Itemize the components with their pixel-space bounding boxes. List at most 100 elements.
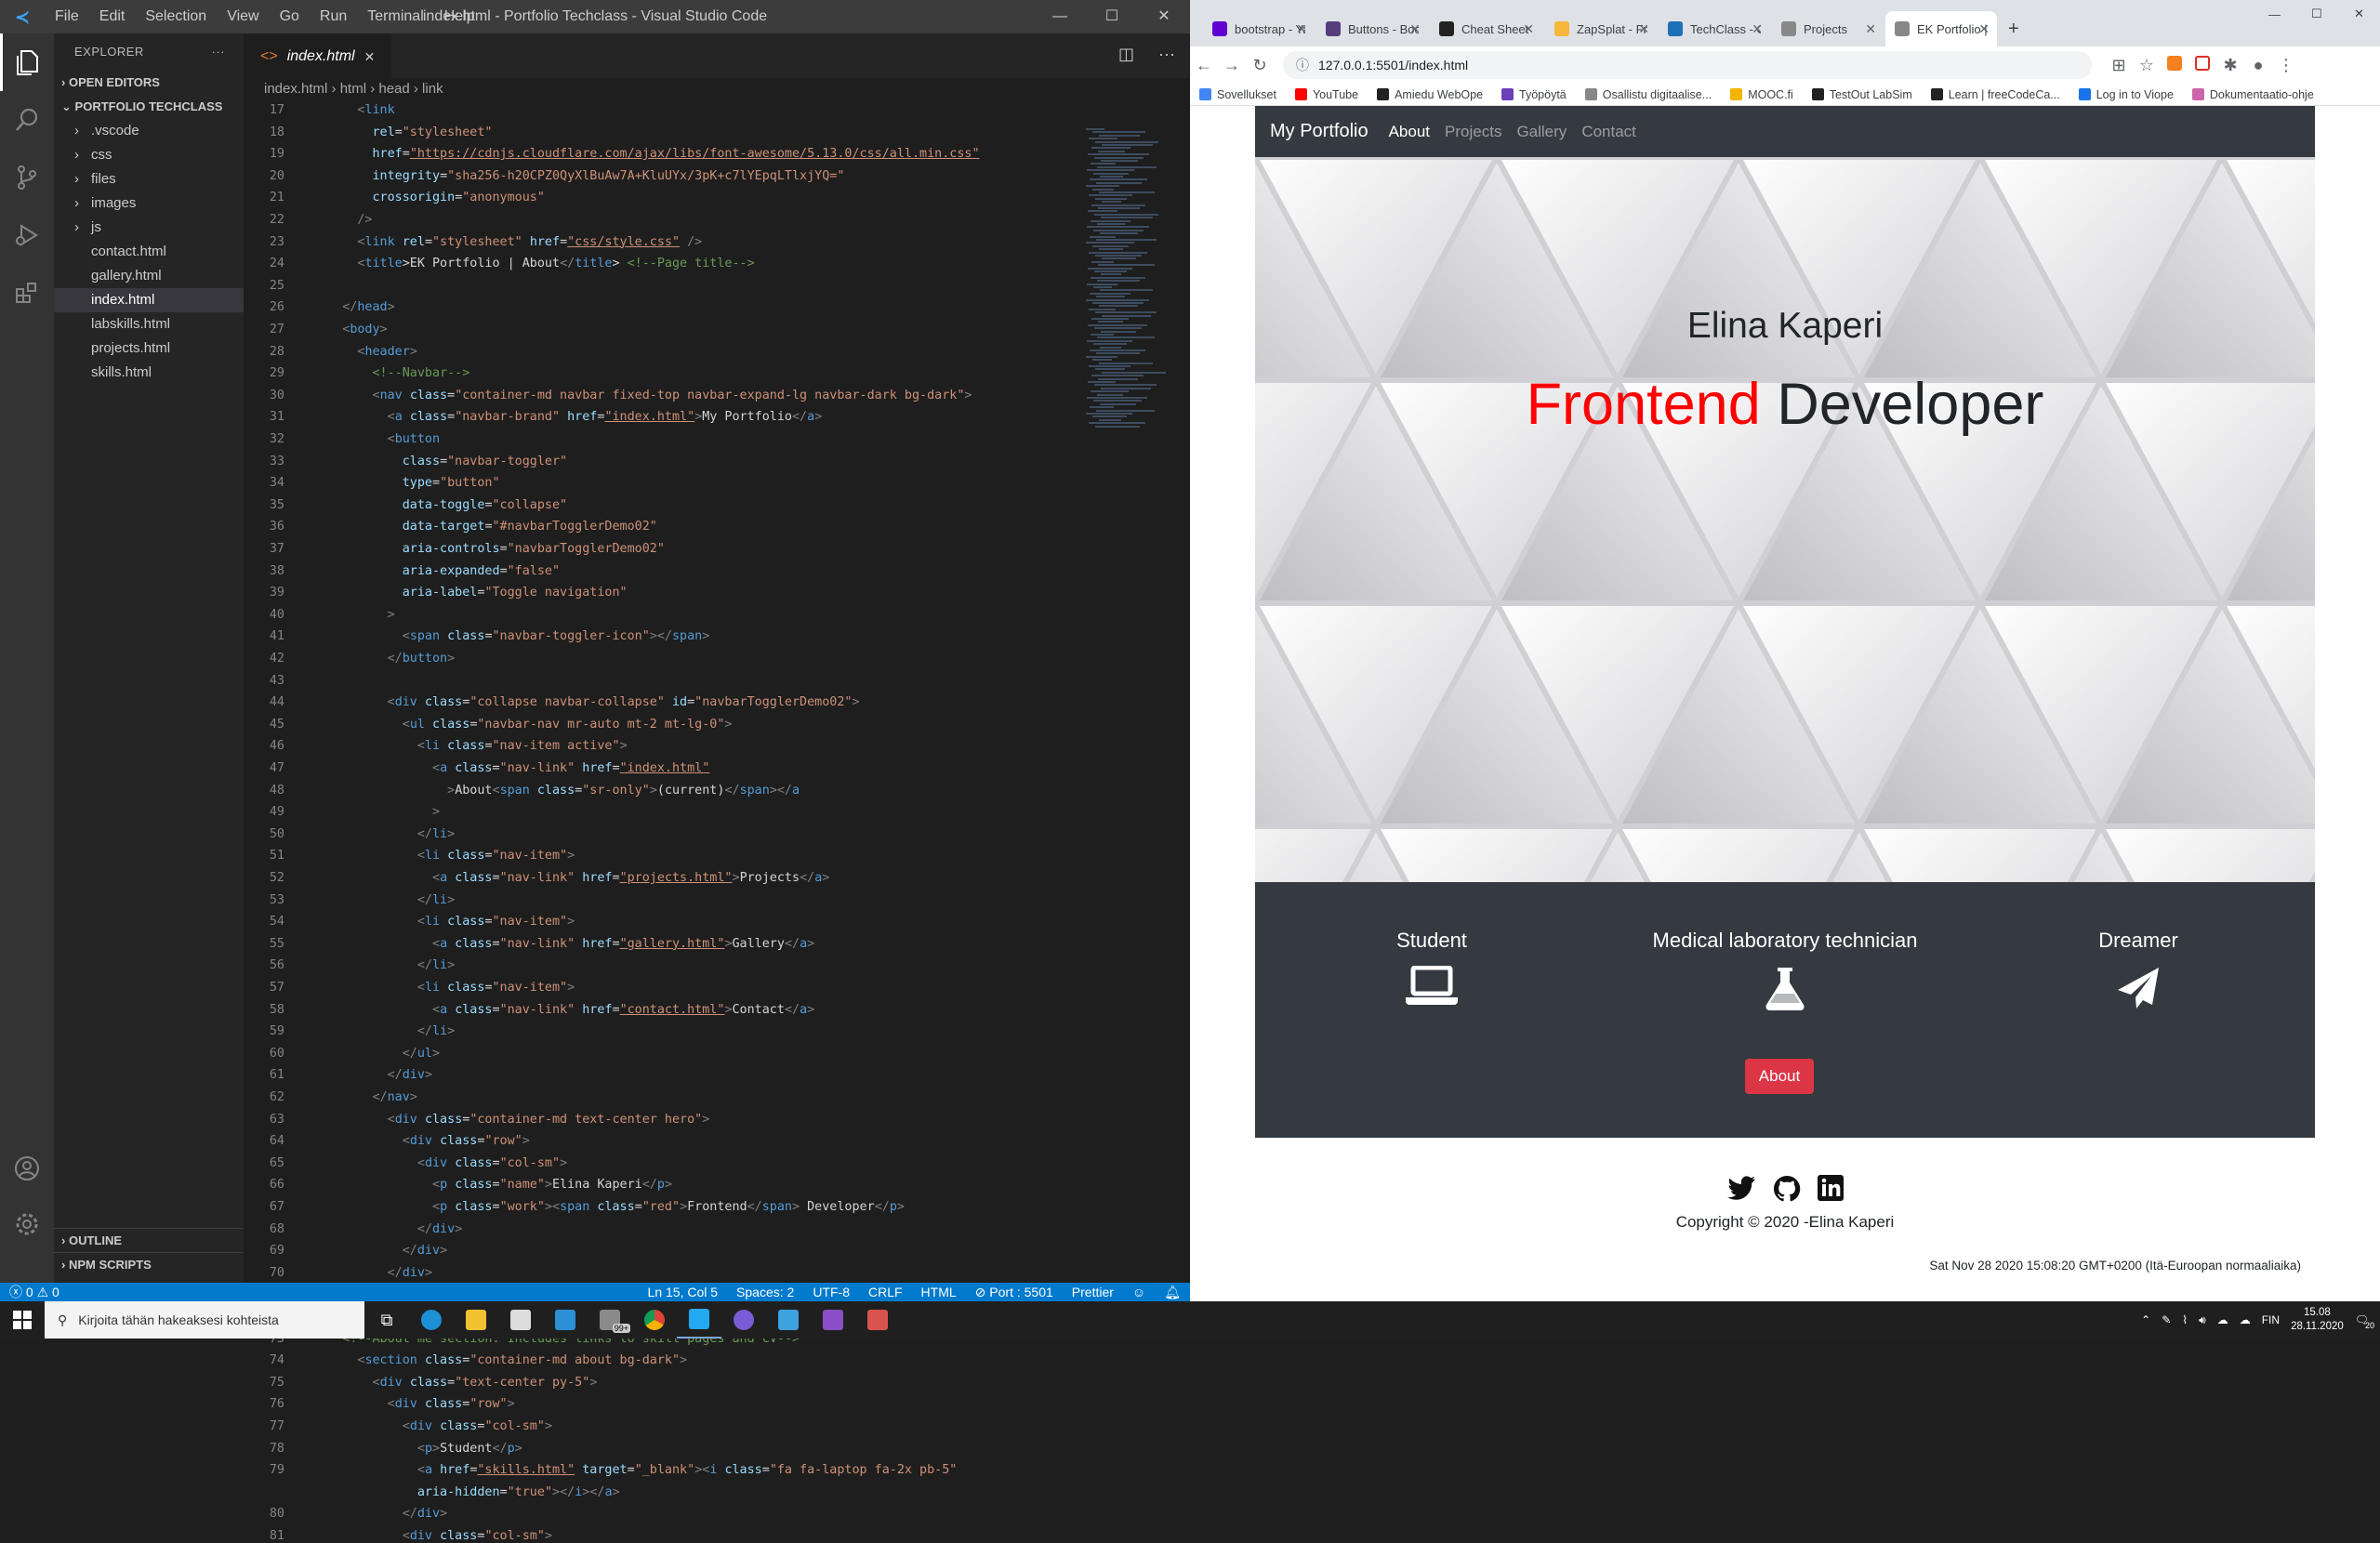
- explorer-icon[interactable]: [0, 33, 54, 91]
- edge-icon[interactable]: [409, 1301, 454, 1339]
- translate-icon[interactable]: ⊞: [2105, 56, 2133, 75]
- app-red-icon[interactable]: [855, 1301, 900, 1339]
- bookmark-item[interactable]: TestOut LabSim: [1803, 88, 1922, 101]
- bookmark-item[interactable]: Työpöytä: [1492, 88, 1576, 101]
- taskbar-search-box[interactable]: ⚲ Kirjoita tähän hakeaksesi kohteista: [45, 1301, 364, 1339]
- browser-tab[interactable]: EK Portfolio | Ab✕: [1885, 11, 1997, 46]
- bookmark-item[interactable]: Learn | freeCodeCa...: [1922, 88, 2069, 101]
- cursor-position[interactable]: Ln 15, Col 5: [639, 1285, 728, 1299]
- maximize-icon[interactable]: ☐: [1086, 0, 1138, 33]
- menu-help[interactable]: Help: [434, 8, 485, 25]
- code-editor[interactable]: 17 <link 18 rel="stylesheet" 19 href="http…: [244, 103, 1080, 1543]
- tab-index-html[interactable]: <> index.html ✕: [244, 33, 392, 79]
- clock[interactable]: 15.08 28.11.2020: [2291, 1306, 2344, 1334]
- github-icon[interactable]: [1773, 1175, 1801, 1207]
- nav-link-contact[interactable]: Contact: [1581, 123, 1636, 141]
- source-control-icon[interactable]: [0, 149, 54, 206]
- outline-section[interactable]: › OUTLINE: [54, 1228, 244, 1252]
- more-actions-icon[interactable]: ···: [1158, 45, 1175, 64]
- bookmark-item[interactable]: Amiedu WebOpe: [1368, 88, 1492, 101]
- file-explorer-icon[interactable]: [454, 1301, 498, 1339]
- network-icon[interactable]: ⌇: [2182, 1313, 2188, 1326]
- browser-tab[interactable]: TechClass - Ove✕: [1659, 11, 1770, 46]
- maximize-icon[interactable]: ☐: [2302, 0, 2332, 28]
- folder-item[interactable]: › .vscode: [54, 119, 244, 143]
- file-item[interactable]: skills.html: [54, 361, 244, 385]
- linkedin-icon[interactable]: [1818, 1175, 1844, 1207]
- nav-link-about[interactable]: About: [1389, 123, 1430, 141]
- learning-app-icon[interactable]: [543, 1301, 588, 1339]
- live-server-port[interactable]: ⊘ Port : 5501: [966, 1285, 1063, 1300]
- info-icon[interactable]: ⓘ: [1296, 56, 1309, 74]
- chevron-up-icon[interactable]: ⌃: [2141, 1313, 2150, 1326]
- cloud-icon[interactable]: ☁: [2240, 1313, 2251, 1326]
- problems-indicator[interactable]: ⓧ 0 ⚠ 0: [0, 1283, 69, 1301]
- open-editors-section[interactable]: › OPEN EDITORS: [54, 71, 244, 95]
- profile-icon[interactable]: ●: [2244, 56, 2272, 75]
- close-tab-icon[interactable]: ✕: [1523, 21, 1534, 37]
- file-item[interactable]: index.html: [54, 288, 244, 312]
- menu-view[interactable]: View: [217, 8, 269, 25]
- menu-selection[interactable]: Selection: [135, 8, 217, 25]
- menu-kebab-icon[interactable]: ⋮: [2272, 56, 2300, 75]
- nav-link-gallery[interactable]: Gallery: [1516, 123, 1567, 141]
- navbar-brand[interactable]: My Portfolio: [1270, 121, 1368, 142]
- bookmark-item[interactable]: Osallistu digitaalise...: [1576, 88, 1721, 101]
- chrome-icon[interactable]: [632, 1301, 677, 1339]
- run-debug-icon[interactable]: [0, 206, 54, 264]
- menu-run[interactable]: Run: [310, 8, 357, 25]
- windows-start-icon[interactable]: [0, 1301, 45, 1339]
- split-editor-icon[interactable]: ◫: [1118, 45, 1134, 64]
- bookmark-item[interactable]: MOOC.fi: [1721, 88, 1803, 101]
- file-item[interactable]: projects.html: [54, 336, 244, 361]
- browser-tab[interactable]: Buttons - Bootst✕: [1316, 11, 1428, 46]
- line-ending[interactable]: CRLF: [859, 1285, 912, 1299]
- close-tab-icon[interactable]: ✕: [1865, 21, 1876, 37]
- task-view-icon[interactable]: ⧉: [364, 1301, 409, 1339]
- mail-icon[interactable]: 99+: [588, 1301, 632, 1339]
- app-violet-icon[interactable]: [811, 1301, 855, 1339]
- account-icon[interactable]: [0, 1140, 54, 1197]
- folder-item[interactable]: › js: [54, 216, 244, 240]
- settings-gear-icon[interactable]: [0, 1195, 54, 1253]
- laptop-icon[interactable]: [1255, 966, 1608, 1007]
- project-folder-section[interactable]: ⌄ PORTFOLIO TECHCLASS: [54, 95, 244, 119]
- menu-go[interactable]: Go: [270, 8, 310, 25]
- folder-item[interactable]: › files: [54, 167, 244, 191]
- new-tab-icon[interactable]: +: [1999, 11, 2029, 46]
- extensions-icon[interactable]: [0, 264, 54, 322]
- address-bar[interactable]: ⓘ 127.0.0.1:5501/index.html: [1283, 51, 2092, 79]
- minimap[interactable]: [1078, 100, 1190, 1309]
- language-indicator[interactable]: FIN: [2262, 1313, 2280, 1326]
- bookmark-item[interactable]: Log in to Viope: [2069, 88, 2183, 101]
- browser-tab[interactable]: Cheat Sheet ✕: [1430, 11, 1541, 46]
- bookmark-star-icon[interactable]: ☆: [2133, 56, 2161, 75]
- folder-item[interactable]: › images: [54, 191, 244, 216]
- feedback-icon[interactable]: ☺: [1123, 1285, 1155, 1299]
- browser-tab[interactable]: bootstrap - Yah✕: [1203, 11, 1315, 46]
- search-icon[interactable]: [0, 91, 54, 149]
- close-icon[interactable]: ✕: [1138, 0, 1190, 33]
- close-tab-icon[interactable]: ✕: [1296, 21, 1307, 37]
- paper-plane-icon[interactable]: [1962, 966, 2315, 1009]
- close-tab-icon[interactable]: ✕: [364, 34, 376, 79]
- folder-item[interactable]: › css: [54, 143, 244, 167]
- indentation[interactable]: Spaces: 2: [727, 1285, 803, 1299]
- minimize-icon[interactable]: —: [1034, 0, 1086, 33]
- vscode-taskbar-icon[interactable]: [677, 1301, 721, 1339]
- browser-tab[interactable]: ZapSplat - Free✕: [1545, 11, 1657, 46]
- breadcrumb[interactable]: index.html › html › head › link: [244, 78, 1190, 100]
- close-tab-icon[interactable]: ✕: [1752, 21, 1763, 37]
- onedrive-cloud-icon[interactable]: ☁: [2217, 1313, 2228, 1326]
- nav-link-projects[interactable]: Projects: [1445, 123, 1501, 141]
- app-blue-icon[interactable]: [766, 1301, 811, 1339]
- menu-edit[interactable]: Edit: [89, 8, 136, 25]
- file-item[interactable]: labskills.html: [54, 312, 244, 336]
- file-item[interactable]: contact.html: [54, 240, 244, 264]
- menu-terminal[interactable]: Terminal: [357, 8, 433, 25]
- pen-icon[interactable]: ✎: [2162, 1313, 2171, 1326]
- minimize-icon[interactable]: —: [2259, 0, 2290, 28]
- volume-icon[interactable]: 🔊︎: [2199, 1313, 2206, 1327]
- extensions-puzzle-icon[interactable]: ✱: [2216, 56, 2244, 75]
- store-icon[interactable]: [498, 1301, 543, 1339]
